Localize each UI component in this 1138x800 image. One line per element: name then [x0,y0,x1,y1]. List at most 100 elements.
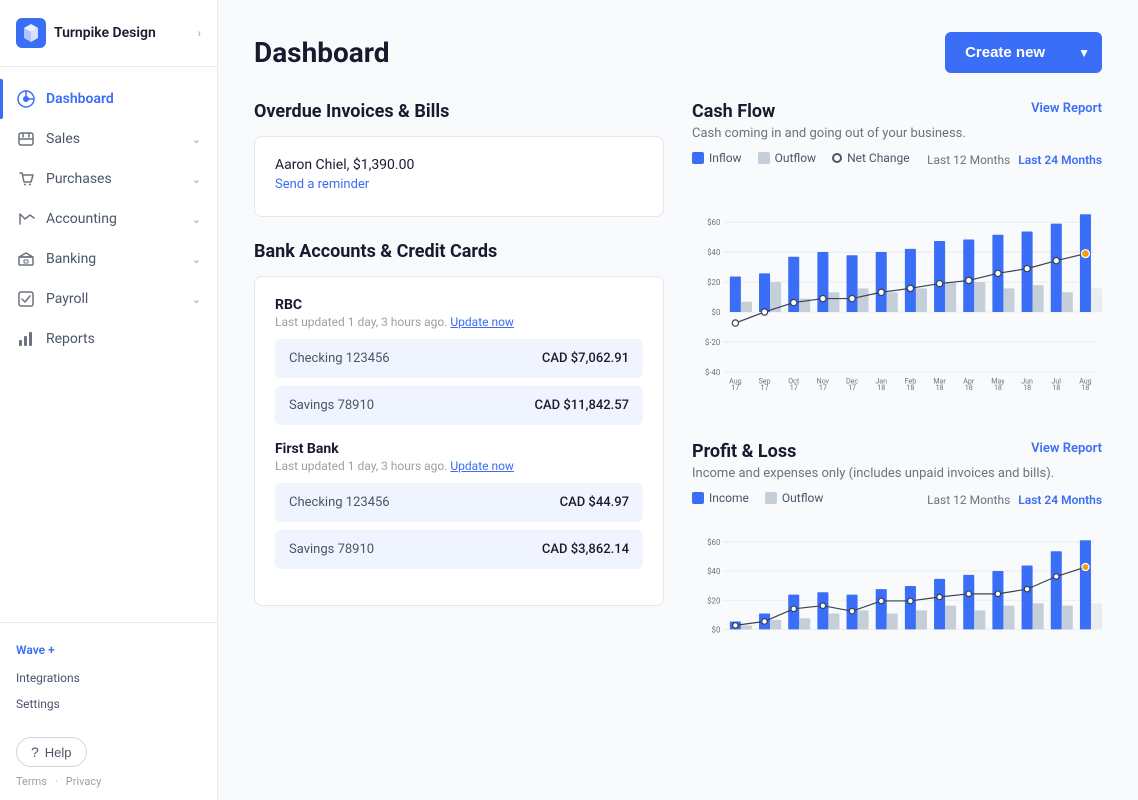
inflow-legend: Inflow [692,151,742,165]
period-12-months[interactable]: Last 12 Months [927,153,1010,167]
create-new-button[interactable]: Create new ▼ [945,32,1102,73]
sidebar-item-reports[interactable]: Reports [0,319,217,359]
svg-text:$60: $60 [707,218,720,227]
cash-flow-desc: Cash coming in and going out of your bus… [692,126,1102,141]
firstbank-checking-balance: CAD $44.97 [560,495,629,510]
firstbank-savings-name: Savings 78910 [289,542,374,557]
svg-text:17: 17 [790,383,798,392]
privacy-link[interactable]: Privacy [66,775,102,788]
help-button[interactable]: ? Help [16,737,87,767]
svg-text:$60: $60 [707,538,720,547]
pnl-period-24-months[interactable]: Last 24 Months [1018,493,1102,507]
inflow-legend-dot [692,152,704,164]
cash-flow-header: Cash Flow View Report [692,101,1102,122]
rbc-savings-name: Savings 78910 [289,398,374,413]
payroll-label: Payroll [46,291,192,307]
dashboard-label: Dashboard [46,91,201,107]
cash-flow-chart: $60 $40 $20 $0 $-20 $-40 [692,177,1102,417]
sales-chevron-icon: ⌄ [192,133,201,146]
wave-plus-link[interactable]: Wave + [16,635,201,665]
firstbank-checking-name: Checking 123456 [289,495,390,510]
profit-loss-desc: Income and expenses only (includes unpai… [692,466,1102,481]
svg-text:$-40: $-40 [705,368,720,377]
overdue-invoices-card: Aaron Chiel, $1,390.00 Send a reminder [254,136,664,217]
profit-loss-svg: $60 $40 $20 $0 [692,517,1102,677]
accounting-icon [16,209,36,229]
send-reminder-link[interactable]: Send a reminder [275,177,369,192]
main-header: Dashboard Create new ▼ [254,32,1102,73]
inflow-legend-label: Inflow [709,151,742,165]
sidebar-header[interactable]: Turnpike Design › [0,0,217,67]
sidebar-bottom: Wave + Integrations Settings ? Help Term… [0,622,217,800]
svg-text:17: 17 [819,383,827,392]
svg-text:$20: $20 [707,596,720,605]
svg-text:17: 17 [731,383,739,392]
bank-accounts-title: Bank Accounts & Credit Cards [254,241,664,262]
period-24-months[interactable]: Last 24 Months [1018,153,1102,167]
svg-text:18: 18 [1023,383,1031,392]
rbc-update-link[interactable]: Update now [450,315,514,329]
create-new-dropdown-icon[interactable]: ▼ [1066,34,1102,72]
bank-firstbank: First Bank Last updated 1 day, 3 hours a… [275,441,643,569]
rbc-savings-balance: CAD $11,842.57 [535,398,629,413]
payroll-chevron-icon: ⌄ [192,293,201,306]
bank-accounts-card: RBC Last updated 1 day, 3 hours ago. Upd… [254,276,664,606]
bank-rbc: RBC Last updated 1 day, 3 hours ago. Upd… [275,297,643,425]
integrations-link[interactable]: Integrations [16,665,201,691]
profit-loss-header: Profit & Loss View Report [692,441,1102,462]
banking-label: Banking [46,251,192,267]
cash-flow-title: Cash Flow [692,101,775,122]
net-change-legend: Net Change [832,151,910,165]
cash-flow-svg: $60 $40 $20 $0 $-20 $-40 [692,177,1102,417]
company-logo: Turnpike Design [16,18,156,48]
overdue-invoices-section: Overdue Invoices & Bills Aaron Chiel, $1… [254,101,664,217]
svg-text:$40: $40 [707,567,720,576]
firstbank-savings-row: Savings 78910 CAD $3,862.14 [275,530,643,569]
firstbank-savings-balance: CAD $3,862.14 [542,542,629,557]
pnl-period-12-months[interactable]: Last 12 Months [927,493,1010,507]
svg-text:$-20: $-20 [705,338,720,347]
sales-label: Sales [46,131,192,147]
svg-text:18: 18 [1052,383,1060,392]
cash-flow-view-report[interactable]: View Report [1031,101,1102,116]
svg-text:18: 18 [994,383,1002,392]
sidebar-item-payroll[interactable]: Payroll ⌄ [0,279,217,319]
sidebar-item-sales[interactable]: Sales ⌄ [0,119,217,159]
net-change-legend-dot [832,153,842,163]
svg-text:$40: $40 [707,248,720,257]
cash-flow-legend: Inflow Outflow Net Change [692,151,910,165]
firstbank-update-link[interactable]: Update now [450,459,514,473]
page-title: Dashboard [254,36,390,69]
overdue-invoices-title: Overdue Invoices & Bills [254,101,664,122]
outflow-legend-label: Outflow [775,151,816,165]
profit-loss-legend: Income Outflow [692,491,823,505]
svg-text:18: 18 [965,383,973,392]
svg-text:17: 17 [848,383,856,392]
terms-link[interactable]: Terms [16,775,47,788]
svg-text:18: 18 [1081,383,1089,392]
rbc-checking-name: Checking 123456 [289,351,390,366]
sidebar-item-banking[interactable]: Banking ⌄ [0,239,217,279]
create-new-label: Create new [945,32,1065,73]
sidebar-item-dashboard[interactable]: Dashboard [0,79,217,119]
expand-sidebar-icon[interactable]: › [197,26,201,40]
income-legend-label: Income [709,491,749,505]
dashboard-icon [16,89,36,109]
profit-loss-view-report[interactable]: View Report [1031,441,1102,456]
sidebar-item-accounting[interactable]: Accounting ⌄ [0,199,217,239]
bank-rbc-updated: Last updated 1 day, 3 hours ago. Update … [275,315,643,329]
settings-link[interactable]: Settings [16,691,201,717]
purchases-chevron-icon: ⌄ [192,173,201,186]
sales-icon [16,129,36,149]
accounting-chevron-icon: ⌄ [192,213,201,226]
reports-icon [16,329,36,349]
bank-accounts-section: Bank Accounts & Credit Cards RBC Last up… [254,241,664,606]
accounting-label: Accounting [46,211,192,227]
svg-text:18: 18 [877,383,885,392]
footer-links: Terms · Privacy [16,775,201,788]
svg-text:$0: $0 [712,308,721,317]
profit-loss-period: Last 12 Months Last 24 Months [927,493,1102,507]
banking-chevron-icon: ⌄ [192,253,201,266]
sidebar-item-purchases[interactable]: Purchases ⌄ [0,159,217,199]
pnl-outflow-legend-dot [765,492,777,504]
